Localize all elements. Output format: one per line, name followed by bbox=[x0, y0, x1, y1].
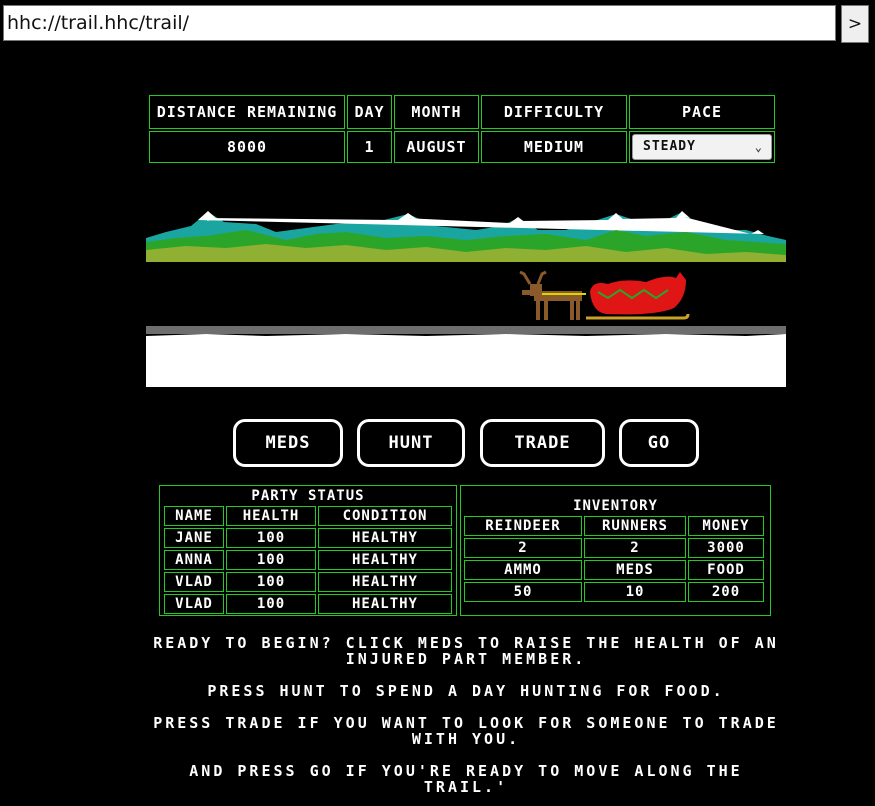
inventory-title: INVENTORY bbox=[573, 498, 658, 514]
inv-label-runners: RUNNERS bbox=[584, 516, 686, 536]
party-row: ANNA 100 HEALTHY bbox=[164, 550, 452, 570]
hunt-button[interactable]: HUNT bbox=[357, 419, 465, 467]
inv-label-money: MONEY bbox=[688, 516, 764, 536]
inv-label-reindeer: REINDEER bbox=[464, 516, 582, 536]
value-day: 1 bbox=[347, 131, 392, 163]
trail-scene bbox=[146, 211, 786, 387]
member-health: 100 bbox=[226, 528, 316, 548]
url-go-button[interactable]: > bbox=[841, 5, 869, 43]
value-month: AUGUST bbox=[394, 131, 479, 163]
pace-select[interactable]: STEADY ⌄ bbox=[632, 134, 772, 160]
party-col-name: NAME bbox=[164, 506, 224, 526]
member-condition: HEALTHY bbox=[318, 572, 452, 592]
inventory-table: REINDEER RUNNERS MONEY 2 2 3000 AMMO MED… bbox=[462, 514, 766, 604]
url-input[interactable]: hhc://trail.hhc/trail/ bbox=[3, 5, 836, 41]
party-row: JANE 100 HEALTHY bbox=[164, 528, 452, 548]
browser-bar: hhc://trail.hhc/trail/ > bbox=[0, 0, 875, 46]
pace-selected-value: STEADY bbox=[643, 139, 696, 154]
pace-cell: STEADY ⌄ bbox=[629, 131, 775, 163]
instruction-hunt: PRESS HUNT TO SPEND A DAY HUNTING FOR FO… bbox=[207, 682, 725, 700]
party-col-health: HEALTH bbox=[226, 506, 316, 526]
member-condition: HEALTHY bbox=[318, 594, 452, 614]
inv-value-meds: 10 bbox=[584, 582, 686, 602]
meds-button[interactable]: MEDS bbox=[233, 419, 343, 467]
inv-value-food: 200 bbox=[688, 582, 764, 602]
inv-label-ammo: AMMO bbox=[464, 560, 582, 580]
party-status-title: PARTY STATUS bbox=[251, 488, 365, 504]
value-distance: 8000 bbox=[149, 131, 345, 163]
header-distance: DISTANCE REMAINING bbox=[149, 95, 345, 129]
reindeer-icon bbox=[519, 270, 586, 320]
member-name: JANE bbox=[164, 528, 224, 548]
instruction-trade: PRESS TRADE IF YOU WANT TO LOOK FOR SOME… bbox=[153, 714, 779, 748]
inv-label-meds: MEDS bbox=[584, 560, 686, 580]
road-edge bbox=[146, 326, 786, 334]
trade-button[interactable]: TRADE bbox=[480, 419, 605, 467]
member-condition: HEALTHY bbox=[318, 528, 452, 548]
sleigh-icon bbox=[586, 272, 690, 320]
instruction-meds: READY TO BEGIN? CLICK MEDS TO RAISE THE … bbox=[153, 634, 779, 668]
party-status-panel: PARTY STATUS NAME HEALTH CONDITION JANE … bbox=[159, 485, 457, 616]
header-pace: PACE bbox=[629, 95, 775, 129]
party-col-condition: CONDITION bbox=[318, 506, 452, 526]
inventory-panel: INVENTORY REINDEER RUNNERS MONEY 2 2 300… bbox=[460, 485, 771, 616]
party-table: NAME HEALTH CONDITION JANE 100 HEALTHY A… bbox=[162, 504, 454, 616]
inv-value-runners: 2 bbox=[584, 538, 686, 558]
member-name: VLAD bbox=[164, 594, 224, 614]
member-health: 100 bbox=[226, 594, 316, 614]
trail-status-table: DISTANCE REMAINING DAY MONTH DIFFICULTY … bbox=[147, 93, 777, 165]
inv-value-reindeer: 2 bbox=[464, 538, 582, 558]
party-row: VLAD 100 HEALTHY bbox=[164, 572, 452, 592]
snow-ground bbox=[146, 334, 786, 387]
member-health: 100 bbox=[226, 550, 316, 570]
party-row: VLAD 100 HEALTHY bbox=[164, 594, 452, 614]
header-difficulty: DIFFICULTY bbox=[481, 95, 627, 129]
instruction-go: AND PRESS GO IF YOU'RE READY TO MOVE ALO… bbox=[189, 762, 743, 796]
member-condition: HEALTHY bbox=[318, 550, 452, 570]
inv-label-food: FOOD bbox=[688, 560, 764, 580]
member-name: VLAD bbox=[164, 572, 224, 592]
member-health: 100 bbox=[226, 572, 316, 592]
go-button[interactable]: GO bbox=[619, 419, 699, 467]
member-name: ANNA bbox=[164, 550, 224, 570]
inv-value-ammo: 50 bbox=[464, 582, 582, 602]
value-difficulty: MEDIUM bbox=[481, 131, 627, 163]
header-month: MONTH bbox=[394, 95, 479, 129]
mountain-range bbox=[146, 211, 786, 262]
inv-value-money: 3000 bbox=[688, 538, 764, 558]
header-day: DAY bbox=[347, 95, 392, 129]
chevron-down-icon: ⌄ bbox=[754, 140, 763, 154]
